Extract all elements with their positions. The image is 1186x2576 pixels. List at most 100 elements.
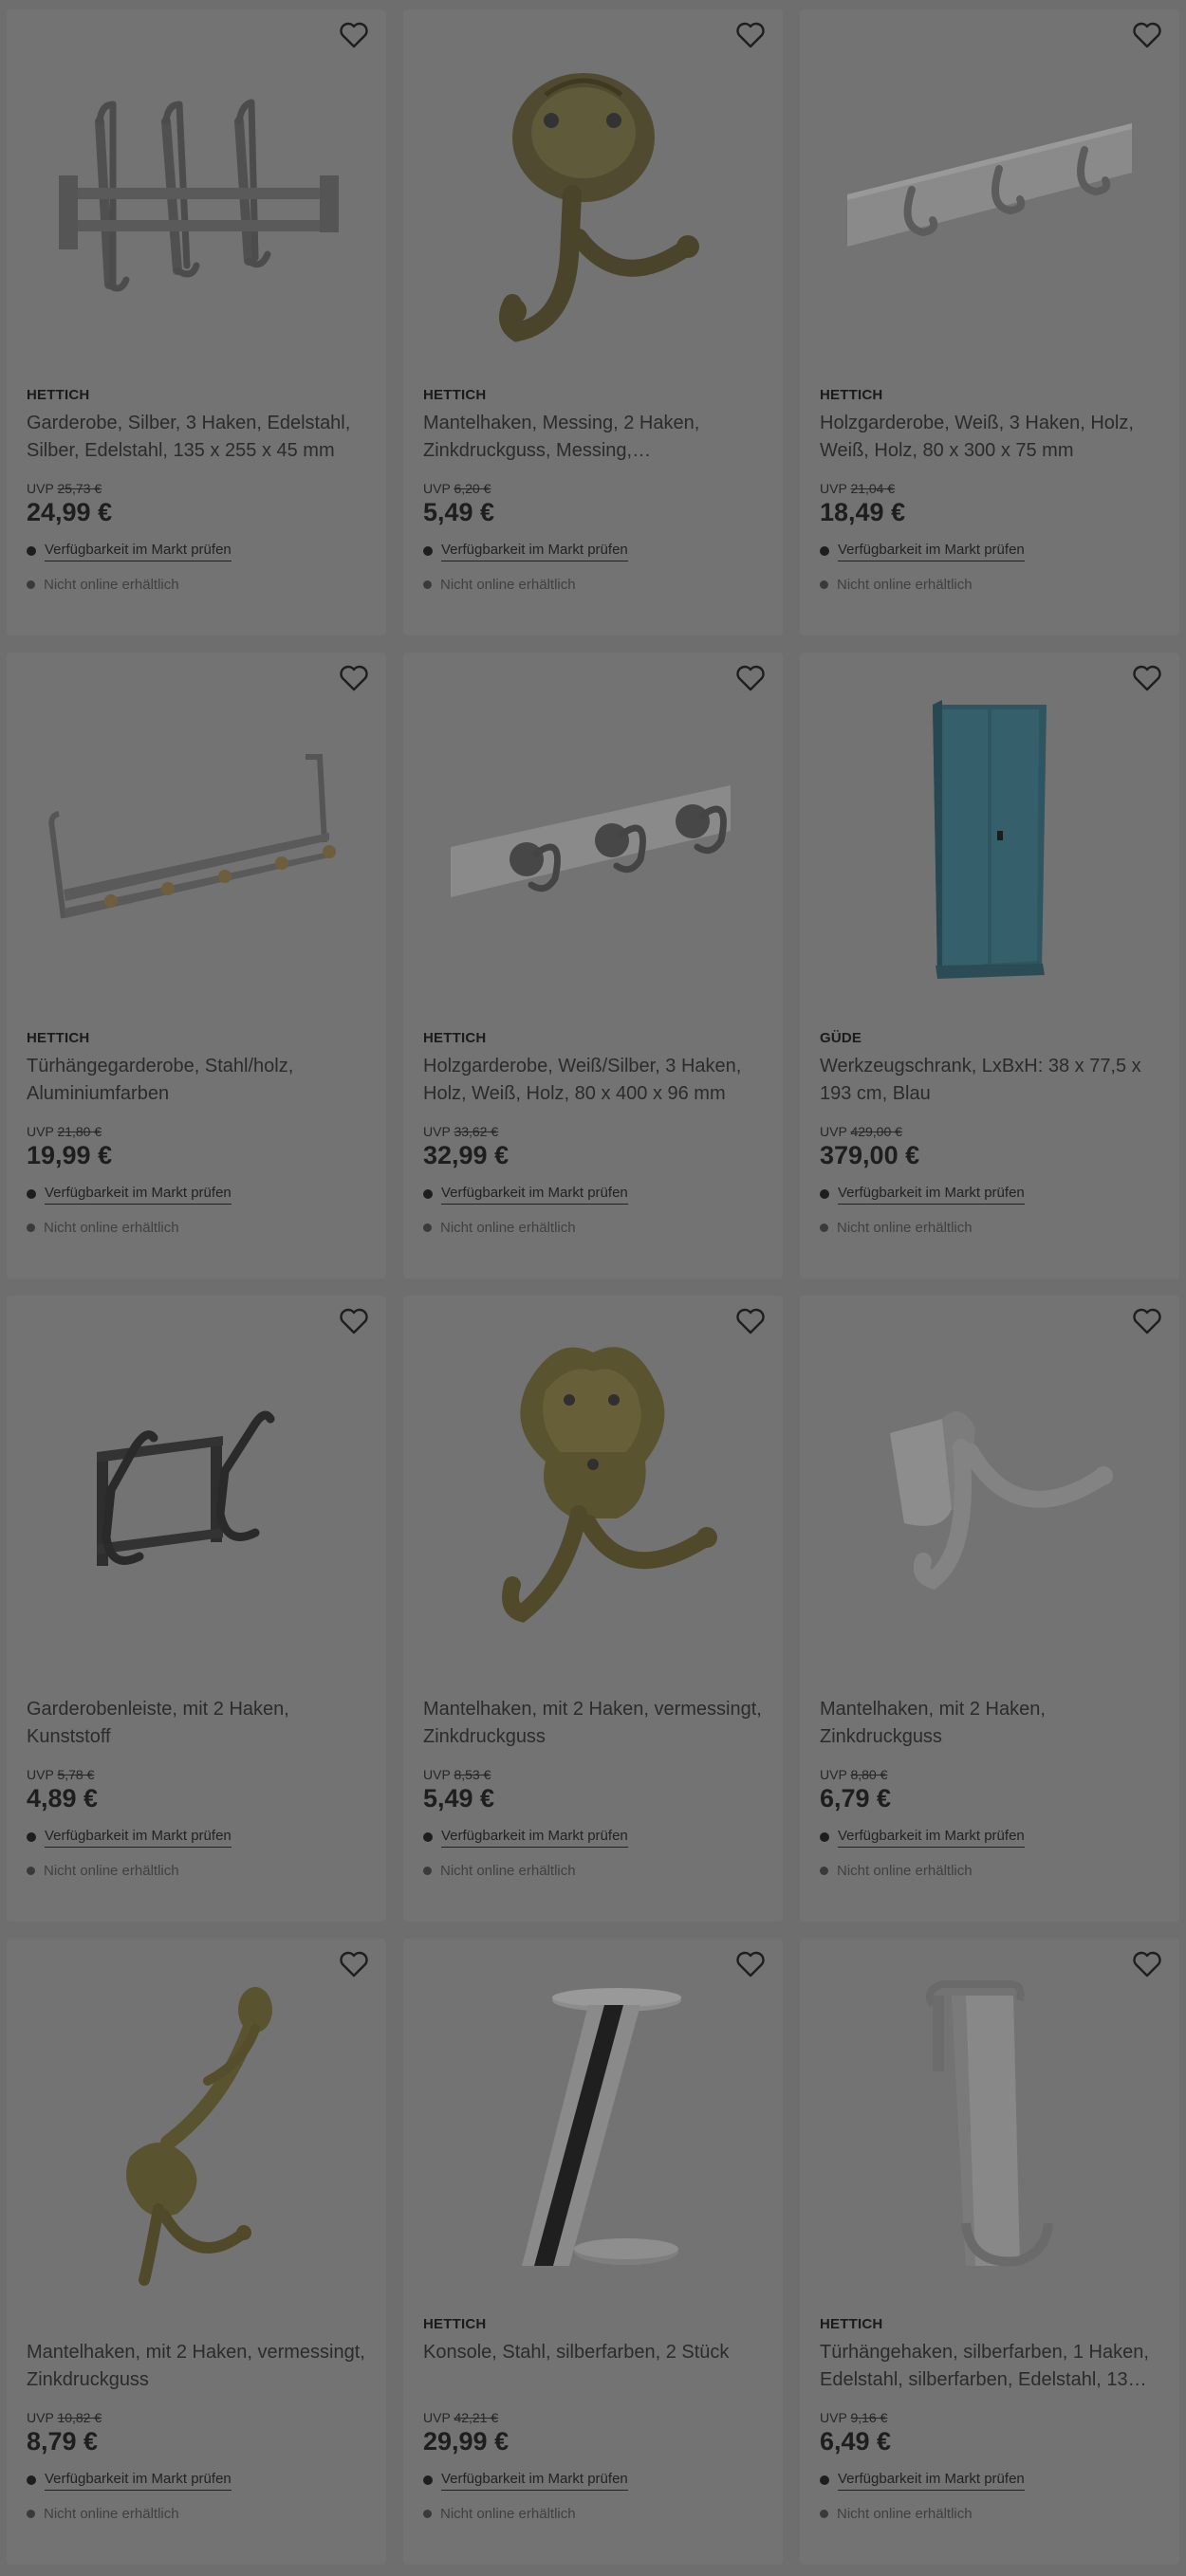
- uvp-price: UVP 42,21 €: [423, 2410, 499, 2425]
- door-hanger-image[interactable]: [7, 653, 386, 1032]
- product-title[interactable]: Mantelhaken, mit 2 Haken, vermessingt, Z…: [27, 2339, 366, 2394]
- status-dot-icon: [27, 1832, 36, 1842]
- old-price: 5,78 €: [57, 1767, 95, 1782]
- door-hook-image[interactable]: [800, 1939, 1179, 2318]
- product-card[interactable]: HETTICH Mantelhaken, Messing, 2 Haken, Z…: [403, 9, 783, 635]
- product-title[interactable]: Holzgarderobe, Weiß/Silber, 3 Haken, Hol…: [423, 1053, 763, 1108]
- product-brand: [820, 1673, 1159, 1690]
- product-title[interactable]: Garderobenleiste, mit 2 Haken, Kunststof…: [27, 1696, 366, 1751]
- tall-brass-hook-image[interactable]: [7, 1939, 386, 2318]
- favorite-heart-icon[interactable]: [735, 1307, 766, 1335]
- availability-link[interactable]: Verfügbarkeit im Markt prüfen: [441, 1828, 628, 1848]
- status-dot-icon: [820, 1223, 828, 1232]
- current-price: 4,89 €: [27, 1784, 99, 1812]
- product-card[interactable]: HETTICH Holzgarderobe, Weiß/Silber, 3 Ha…: [403, 653, 783, 1279]
- availability-link[interactable]: Verfügbarkeit im Markt prüfen: [441, 2471, 628, 2491]
- online-status: Nicht online erhältlich: [837, 1862, 973, 1879]
- product-card[interactable]: Mantelhaken, mit 2 Haken, vermessingt, Z…: [403, 1296, 783, 1922]
- availability-link[interactable]: Verfügbarkeit im Markt prüfen: [45, 1828, 232, 1848]
- brass-hook-image[interactable]: [403, 9, 783, 389]
- favorite-heart-icon[interactable]: [339, 21, 369, 49]
- product-card[interactable]: HETTICH Garderobe, Silber, 3 Haken, Edel…: [7, 9, 386, 635]
- online-status: Nicht online erhältlich: [44, 1862, 179, 1879]
- availability-link[interactable]: Verfügbarkeit im Markt prüfen: [838, 1828, 1025, 1848]
- product-title[interactable]: Mantelhaken, mit 2 Haken, vermessingt, Z…: [423, 1696, 763, 1751]
- product-brand: GÜDE: [820, 1030, 862, 1046]
- uvp-price: UVP 429,00 €: [820, 1124, 902, 1139]
- uvp-price: UVP 10,82 €: [27, 2410, 102, 2425]
- old-price: 9,16 €: [850, 2410, 888, 2425]
- wooden-rack-image[interactable]: [800, 9, 1179, 389]
- favorite-heart-icon[interactable]: [735, 21, 766, 49]
- availability-link[interactable]: Verfügbarkeit im Markt prüfen: [838, 1185, 1025, 1205]
- product-card[interactable]: HETTICH Holzgarderobe, Weiß, 3 Haken, Ho…: [800, 9, 1179, 635]
- old-price: 21,80 €: [57, 1124, 102, 1139]
- status-dot-icon: [423, 546, 433, 556]
- status-dot-icon: [820, 1832, 829, 1842]
- favorite-heart-icon[interactable]: [735, 664, 766, 692]
- product-brand: HETTICH: [27, 1030, 90, 1046]
- product-card[interactable]: Garderobenleiste, mit 2 Haken, Kunststof…: [7, 1296, 386, 1922]
- favorite-heart-icon[interactable]: [1132, 21, 1162, 49]
- ornate-hook-image[interactable]: [403, 1296, 783, 1675]
- status-dot-icon: [820, 580, 828, 589]
- product-grid: HETTICH Garderobe, Silber, 3 Haken, Edel…: [7, 9, 1179, 2565]
- product-title[interactable]: Türhängehaken, silberfarben, 1 Haken, Ed…: [820, 2339, 1159, 2394]
- availability-link[interactable]: Verfügbarkeit im Markt prüfen: [441, 542, 628, 561]
- product-card[interactable]: HETTICH Türhängehaken, silberfarben, 1 H…: [800, 1939, 1179, 2565]
- online-status: Nicht online erhältlich: [837, 576, 973, 593]
- product-card[interactable]: Mantelhaken, mit 2 Haken, vermessingt, Z…: [7, 1939, 386, 2565]
- status-dot-icon: [27, 580, 35, 589]
- online-status: Nicht online erhältlich: [44, 2505, 179, 2522]
- favorite-heart-icon[interactable]: [1132, 664, 1162, 692]
- favorite-heart-icon[interactable]: [1132, 1307, 1162, 1335]
- product-card[interactable]: GÜDE Werkzeugschrank, LxBxH: 38 x 77,5 x…: [800, 653, 1179, 1279]
- favorite-heart-icon[interactable]: [735, 1950, 766, 1978]
- availability-link[interactable]: Verfügbarkeit im Markt prüfen: [45, 1185, 232, 1205]
- status-dot-icon: [27, 2475, 36, 2485]
- status-dot-icon: [423, 580, 432, 589]
- current-price: 5,49 €: [423, 1784, 495, 1812]
- white-hook-image[interactable]: [800, 1296, 1179, 1675]
- old-price: 42,21 €: [454, 2410, 499, 2425]
- product-card[interactable]: HETTICH Konsole, Stahl, silberfarben, 2 …: [403, 1939, 783, 2565]
- product-title[interactable]: Garderobe, Silber, 3 Haken, Edelstahl, S…: [27, 410, 366, 465]
- status-dot-icon: [423, 2475, 433, 2485]
- product-card[interactable]: HETTICH Türhängegarderobe, Stahl/holz, A…: [7, 653, 386, 1279]
- status-dot-icon: [27, 1866, 35, 1875]
- product-title[interactable]: Holzgarderobe, Weiß, 3 Haken, Holz, Weiß…: [820, 410, 1159, 465]
- favorite-heart-icon[interactable]: [339, 664, 369, 692]
- product-title[interactable]: Mantelhaken, Messing, 2 Haken, Zinkdruck…: [423, 410, 763, 465]
- availability-link[interactable]: Verfügbarkeit im Markt prüfen: [45, 542, 232, 561]
- current-price: 8,79 €: [27, 2427, 99, 2456]
- uvp-price: UVP 8,53 €: [423, 1767, 491, 1782]
- product-brand: HETTICH: [423, 2316, 487, 2332]
- coat-rack-image[interactable]: [7, 9, 386, 389]
- current-price: 6,49 €: [820, 2427, 892, 2456]
- favorite-heart-icon[interactable]: [339, 1950, 369, 1978]
- current-price: 5,49 €: [423, 498, 495, 526]
- product-title[interactable]: Konsole, Stahl, silberfarben, 2 Stück: [423, 2339, 763, 2394]
- product-card[interactable]: Mantelhaken, mit 2 Haken, Zinkdruckguss …: [800, 1296, 1179, 1922]
- product-brand: HETTICH: [820, 387, 883, 403]
- availability-link[interactable]: Verfügbarkeit im Markt prüfen: [838, 542, 1025, 561]
- availability-link[interactable]: Verfügbarkeit im Markt prüfen: [838, 2471, 1025, 2491]
- uvp-price: UVP 21,80 €: [27, 1124, 102, 1139]
- availability-link[interactable]: Verfügbarkeit im Markt prüfen: [441, 1185, 628, 1205]
- black-hook-rail-image[interactable]: [7, 1296, 386, 1675]
- product-title[interactable]: Türhängegarderobe, Stahl/holz, Aluminium…: [27, 1053, 366, 1108]
- old-price: 33,62 €: [454, 1124, 499, 1139]
- product-title[interactable]: Mantelhaken, mit 2 Haken, Zinkdruckguss: [820, 1696, 1159, 1751]
- silver-hook-rack-image[interactable]: [403, 653, 783, 1032]
- online-status: Nicht online erhältlich: [837, 2505, 973, 2522]
- old-price: 429,00 €: [850, 1124, 902, 1139]
- online-status: Nicht online erhältlich: [440, 1219, 576, 1236]
- favorite-heart-icon[interactable]: [339, 1307, 369, 1335]
- chrome-bracket-image[interactable]: [403, 1939, 783, 2318]
- status-dot-icon: [27, 2509, 35, 2518]
- old-price: 6,20 €: [454, 481, 491, 496]
- availability-link[interactable]: Verfügbarkeit im Markt prüfen: [45, 2471, 232, 2491]
- product-title[interactable]: Werkzeugschrank, LxBxH: 38 x 77,5 x 193 …: [820, 1053, 1159, 1108]
- tool-cabinet-image[interactable]: [800, 653, 1179, 1032]
- favorite-heart-icon[interactable]: [1132, 1950, 1162, 1978]
